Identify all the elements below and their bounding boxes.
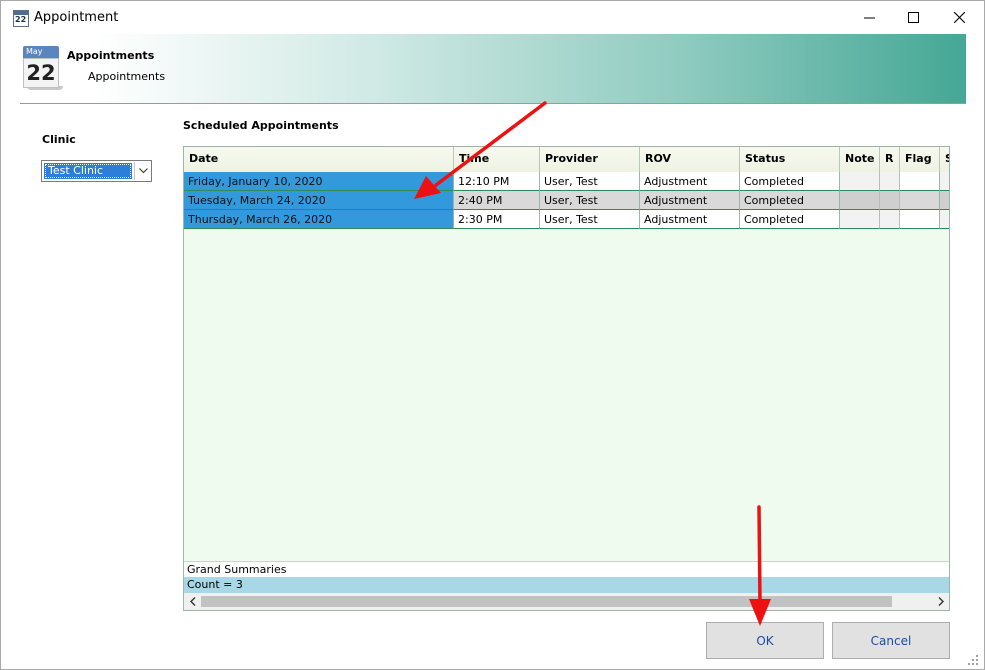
cell-rov[interactable]: Adjustment bbox=[640, 210, 740, 229]
table-row[interactable]: Friday, January 10, 2020 12:10 PM User, … bbox=[184, 172, 949, 191]
cell-rov[interactable]: Adjustment bbox=[640, 172, 740, 191]
cell-r-button[interactable] bbox=[880, 210, 900, 229]
cell-s-button[interactable] bbox=[940, 210, 949, 229]
calendar-app-icon: 22 bbox=[13, 10, 29, 27]
chevron-right-icon bbox=[938, 597, 944, 606]
cell-r-button[interactable] bbox=[880, 191, 900, 210]
cell-time[interactable]: 12:10 PM bbox=[454, 172, 540, 191]
cell-note-button[interactable] bbox=[840, 210, 880, 229]
cell-provider[interactable]: User, Test bbox=[540, 191, 640, 210]
cell-time[interactable]: 2:40 PM bbox=[454, 191, 540, 210]
table-row[interactable]: Tuesday, March 24, 2020 2:40 PM User, Te… bbox=[184, 191, 949, 210]
grid-header: Date Time Provider ROV Status Note R Fla… bbox=[184, 147, 949, 173]
column-header-s[interactable]: S bbox=[940, 147, 949, 172]
scroll-left-button[interactable] bbox=[186, 595, 199, 608]
cell-status[interactable]: Completed bbox=[740, 210, 840, 229]
banner-subtitle: Appointments bbox=[88, 70, 166, 83]
cell-flag[interactable] bbox=[900, 172, 940, 191]
cell-note-button[interactable] bbox=[840, 191, 880, 210]
cell-note-button[interactable] bbox=[840, 172, 880, 191]
cell-flag[interactable] bbox=[900, 210, 940, 229]
clinic-selected-value: Test Clinic bbox=[44, 163, 132, 179]
cell-flag[interactable] bbox=[900, 191, 940, 210]
maximize-icon bbox=[907, 12, 919, 23]
cell-status[interactable]: Completed bbox=[740, 191, 840, 210]
cell-s-button[interactable] bbox=[940, 191, 949, 210]
column-header-r[interactable]: R bbox=[880, 147, 900, 172]
cell-provider[interactable]: User, Test bbox=[540, 210, 640, 229]
cancel-button[interactable]: Cancel bbox=[832, 622, 950, 659]
scheduled-appointments-label: Scheduled Appointments bbox=[183, 119, 339, 132]
count-summary: Count = 3 bbox=[184, 577, 949, 593]
close-button[interactable] bbox=[936, 1, 982, 34]
window-title: Appointment bbox=[34, 10, 119, 25]
cell-date[interactable]: Friday, January 10, 2020 bbox=[184, 172, 454, 191]
calendar-month: May bbox=[23, 46, 59, 58]
appointment-window: 22 Appointment May 22 Appointments Appoi… bbox=[0, 0, 985, 670]
title-bar: 22 Appointment bbox=[1, 1, 984, 34]
column-header-time[interactable]: Time bbox=[454, 147, 540, 172]
cell-status[interactable]: Completed bbox=[740, 172, 840, 191]
horizontal-scrollbar[interactable] bbox=[184, 593, 949, 610]
cell-time[interactable]: 2:30 PM bbox=[454, 210, 540, 229]
resize-grip-icon[interactable] bbox=[966, 653, 980, 667]
chevron-left-icon bbox=[189, 597, 195, 606]
cell-rov[interactable]: Adjustment bbox=[640, 191, 740, 210]
header-banner: May 22 Appointments Appointments bbox=[20, 34, 966, 104]
cell-provider[interactable]: User, Test bbox=[540, 172, 640, 191]
maximize-button[interactable] bbox=[890, 1, 936, 34]
column-header-provider[interactable]: Provider bbox=[540, 147, 640, 172]
column-header-flag[interactable]: Flag bbox=[900, 147, 940, 172]
cell-s-button[interactable] bbox=[940, 172, 949, 191]
column-header-note[interactable]: Note bbox=[840, 147, 880, 172]
appointments-grid[interactable]: Date Time Provider ROV Status Note R Fla… bbox=[183, 146, 950, 611]
cell-r-button[interactable] bbox=[880, 172, 900, 191]
table-row[interactable]: Thursday, March 26, 2020 2:30 PM User, T… bbox=[184, 210, 949, 229]
minimize-icon bbox=[863, 17, 875, 19]
banner-title: Appointments bbox=[67, 49, 155, 62]
close-icon bbox=[953, 12, 965, 23]
minimize-button[interactable] bbox=[846, 1, 892, 34]
cell-date[interactable]: Thursday, March 26, 2020 bbox=[184, 210, 454, 229]
grand-summaries-label: Grand Summaries bbox=[184, 561, 949, 577]
cell-date[interactable]: Tuesday, March 24, 2020 bbox=[184, 191, 454, 210]
scroll-right-button[interactable] bbox=[934, 595, 947, 608]
ok-button[interactable]: OK bbox=[706, 622, 824, 659]
column-header-status[interactable]: Status bbox=[740, 147, 840, 172]
calendar-day: 22 bbox=[23, 58, 59, 88]
calendar-icon: May 22 bbox=[23, 46, 63, 92]
dropdown-arrow[interactable] bbox=[134, 162, 151, 180]
clinic-label: Clinic bbox=[42, 133, 76, 146]
clinic-dropdown[interactable]: Test Clinic bbox=[41, 160, 152, 182]
scrollbar-thumb[interactable] bbox=[201, 596, 892, 607]
column-header-date[interactable]: Date bbox=[184, 147, 454, 172]
column-header-rov[interactable]: ROV bbox=[640, 147, 740, 172]
chevron-down-icon bbox=[138, 168, 148, 174]
